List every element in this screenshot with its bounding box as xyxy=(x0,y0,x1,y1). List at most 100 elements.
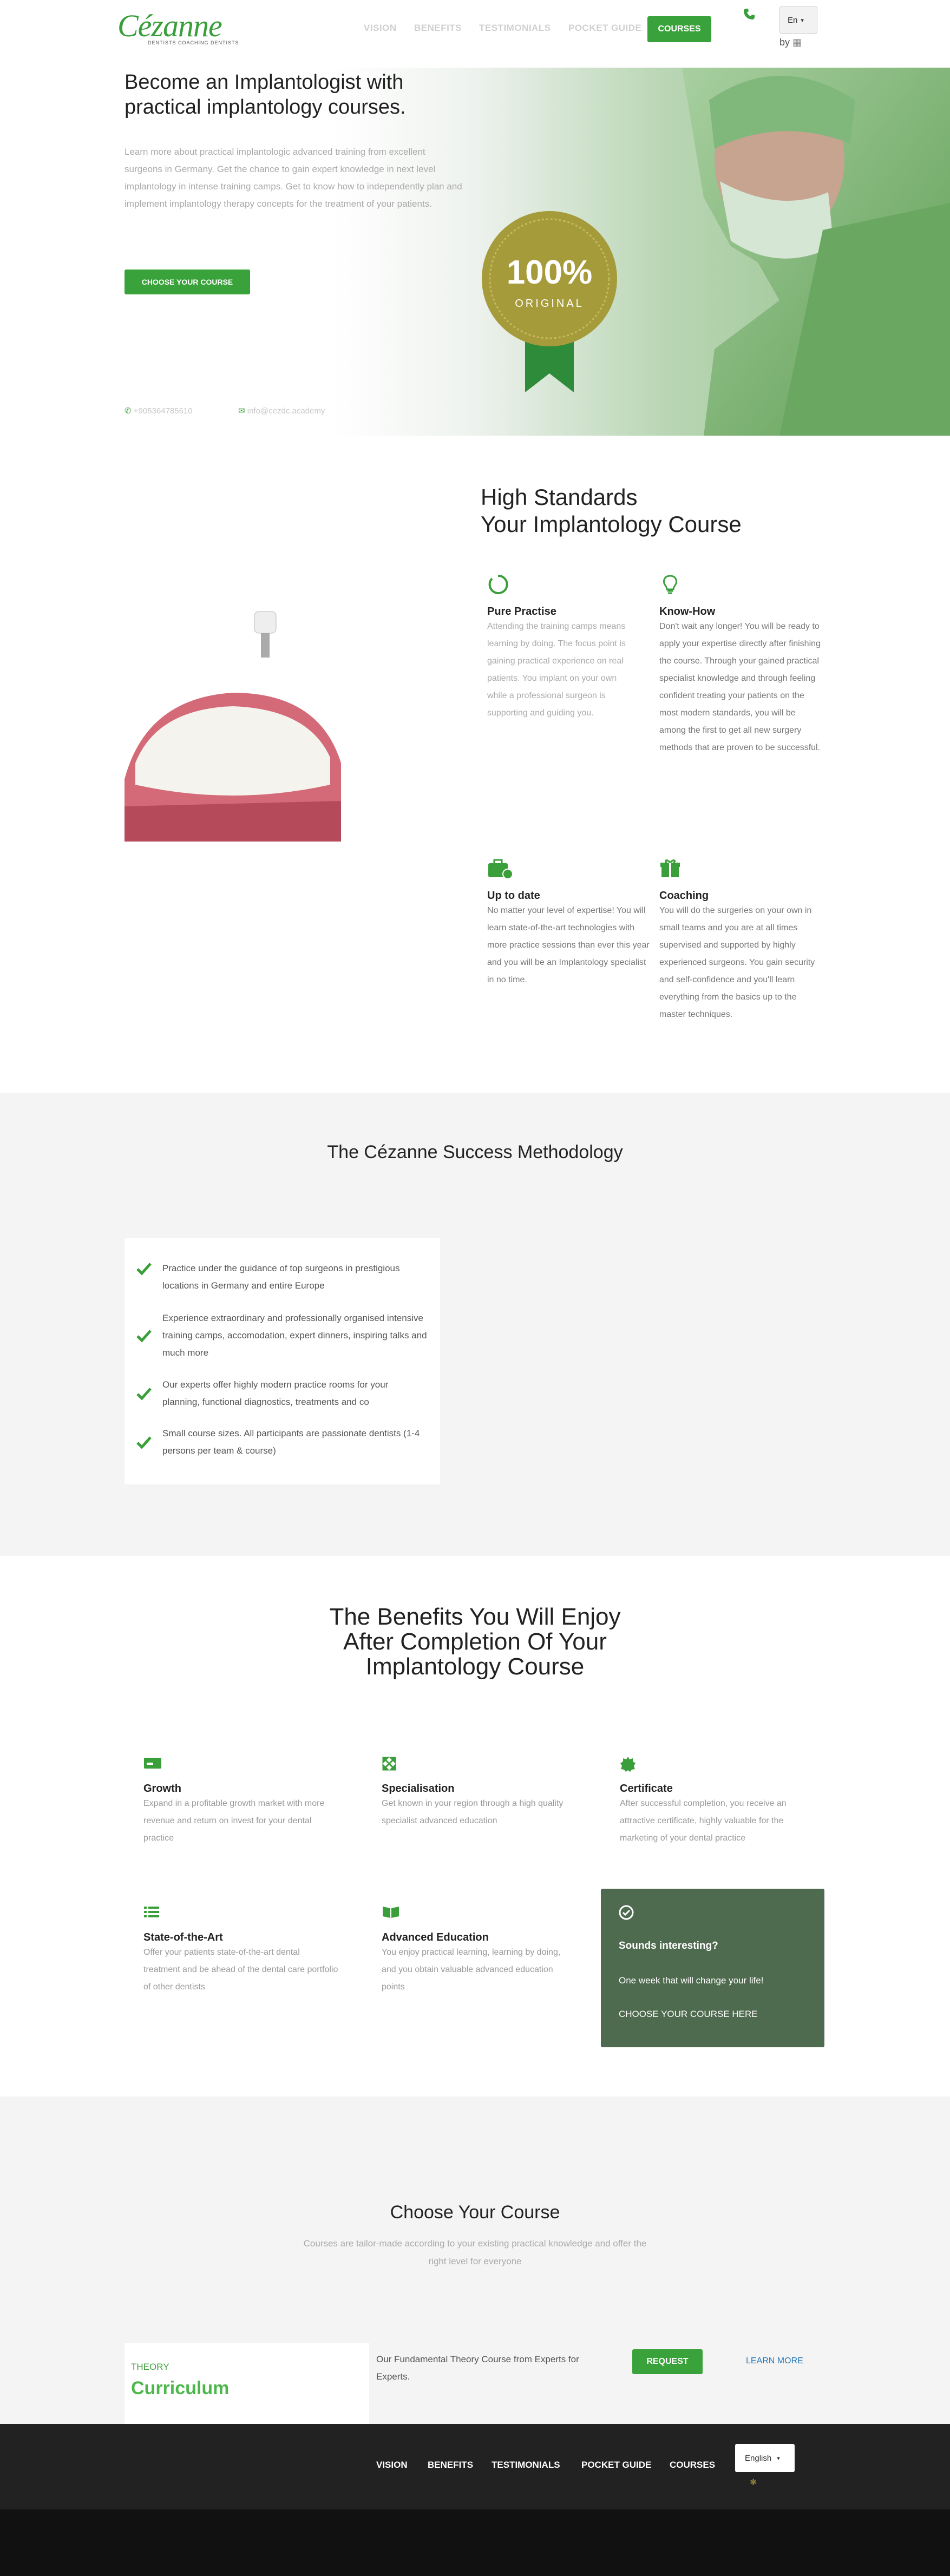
list-item-text: Practice under the guidance of top surge… xyxy=(162,1263,400,1291)
footer-nav-courses[interactable]: COURSES xyxy=(670,2460,715,2470)
benefit-title: Advanced Education xyxy=(382,1931,489,1943)
benefits-title-line3: Implantology Course xyxy=(365,1653,585,1680)
site-header: Cézanne DENTISTS COACHING DENTISTS VISIO… xyxy=(0,0,950,68)
byline-text: by xyxy=(779,37,790,48)
interest-card: Sounds interesting? One week that will c… xyxy=(601,1889,824,2047)
phone-icon[interactable] xyxy=(743,8,756,21)
logo[interactable]: Cézanne DENTISTS COACHING DENTISTS xyxy=(117,8,239,52)
feature-know-how: Know-How Don't wait any longer! You will… xyxy=(659,574,822,757)
course-card: THEORY Curriculum xyxy=(125,2343,369,2424)
list-item-text: Small course sizes. All participants are… xyxy=(162,1428,420,1456)
benefit-specialisation: Specialisation Get known in your region … xyxy=(382,1756,576,1830)
phone-number: +905364785610 xyxy=(133,406,193,416)
feature-text: You will do the surgeries on your own in… xyxy=(659,906,815,1019)
feature-title: Pure Practise xyxy=(487,606,556,617)
chevron-down-icon: ▾ xyxy=(801,17,804,24)
email-icon: ✉ xyxy=(238,406,245,416)
choose-text: Courses are tailor-made according to you… xyxy=(303,2238,647,2266)
choose-title: Choose Your Course xyxy=(390,2202,560,2223)
hero-email[interactable]: ✉ info@cezdc.academy xyxy=(238,406,325,416)
list-item: Experience extraordinary and professiona… xyxy=(136,1310,428,1362)
courses-button[interactable]: COURSES xyxy=(647,16,711,42)
original-badge: 100% ORIGINAL xyxy=(482,211,617,395)
benefit-state-of-the-art: State-of-the-Art Offer your patients sta… xyxy=(143,1905,338,1996)
methodology-section: The Cézanne Success Methodology Practice… xyxy=(0,1093,950,1556)
nav-pocket-guide[interactable]: POCKET GUIDE xyxy=(568,23,641,34)
standards-title-line2: Your Implantology Course xyxy=(481,511,742,537)
benefit-growth: Growth Expand in a profitable growth mar… xyxy=(143,1756,338,1847)
circle-notch-icon xyxy=(488,574,508,594)
footer-language-select[interactable]: English ▾ xyxy=(735,2444,795,2472)
choose-course-link[interactable]: CHOOSE YOUR COURSE HERE xyxy=(619,2009,758,2020)
feature-text: Attending the training camps means learn… xyxy=(487,622,626,718)
footer-language-value: English xyxy=(745,2453,772,2463)
briefcase-clock-icon xyxy=(488,859,513,879)
feature-title: Know-How xyxy=(659,606,716,617)
footer-nav-pocket-guide[interactable]: POCKET GUIDE xyxy=(581,2460,651,2470)
methodology-title: The Cézanne Success Methodology xyxy=(327,1142,623,1162)
footer-nav-testimonials[interactable]: TESTIMONIALS xyxy=(492,2460,560,2470)
check-icon xyxy=(136,1263,152,1276)
hero-section: 100% ORIGINAL Become an Implantologist w… xyxy=(0,68,950,436)
feature-title: Up to date xyxy=(487,890,540,902)
benefit-text: Offer your patients state-of-the-art den… xyxy=(143,1948,338,1992)
choose-course-button[interactable]: CHOOSE YOUR COURSE xyxy=(125,270,250,294)
open-book-icon xyxy=(383,1907,399,1918)
feature-title: Coaching xyxy=(659,890,709,902)
benefits-title-line2: After Completion Of Your xyxy=(343,1628,607,1655)
check-circle-icon xyxy=(619,1905,634,1920)
hero-text: Learn more about practical implantologic… xyxy=(125,147,462,209)
benefit-text: Get known in your region through a high … xyxy=(382,1799,564,1825)
list-item: Practice under the guidance of top surge… xyxy=(136,1260,428,1294)
benefit-certificate: Certificate After successful completion,… xyxy=(620,1756,815,1847)
footer-nav-benefits[interactable]: BENEFITS xyxy=(428,2460,473,2470)
benefit-title: Specialisation xyxy=(382,1783,455,1795)
benefit-title: Growth xyxy=(143,1783,181,1795)
logo-text: Cézanne xyxy=(117,8,222,43)
feature-up-to-date: Up to date No matter your level of exper… xyxy=(487,858,650,989)
benefits-title-line1: The Benefits You Will Enjoy xyxy=(329,1604,621,1630)
nav-vision[interactable]: VISION xyxy=(364,23,397,34)
check-icon xyxy=(136,1436,152,1449)
list-item: Our experts offer highly modern practice… xyxy=(136,1376,428,1411)
money-card-icon xyxy=(144,1758,161,1769)
language-select[interactable]: En ▾ xyxy=(779,6,817,34)
badge-value: 100% xyxy=(506,254,593,291)
learn-more-link[interactable]: LEARN MORE xyxy=(746,2356,803,2366)
nav-testimonials[interactable]: TESTIMONIALS xyxy=(479,23,551,34)
benefit-text: Expand in a profitable growth market wit… xyxy=(143,1799,325,1843)
standards-title: High Standards Your Implantology Course xyxy=(481,484,805,538)
benefit-advanced-education: Advanced Education You enjoy practical l… xyxy=(382,1905,576,1996)
logo-tagline: DENTISTS COACHING DENTISTS xyxy=(148,40,239,45)
site-footer: VISION BENEFITS TESTIMONIALS POCKET GUID… xyxy=(0,2424,950,2509)
certificate-icon xyxy=(620,1757,635,1772)
feature-text: No matter your level of expertise! You w… xyxy=(487,906,650,984)
request-button[interactable]: REQUEST xyxy=(632,2349,703,2374)
methodology-card: Practice under the guidance of top surge… xyxy=(125,1238,440,1484)
interest-text: One week that will change your life! xyxy=(619,1975,764,1986)
list-icon xyxy=(144,1907,159,1917)
bottom-bar xyxy=(0,2509,950,2576)
course-kicker: THEORY xyxy=(131,2362,169,2372)
badge-label: ORIGINAL xyxy=(515,298,584,310)
benefit-text: After successful completion, you receive… xyxy=(620,1799,787,1843)
nav-benefits[interactable]: BENEFITS xyxy=(414,23,462,34)
standards-title-line1: High Standards xyxy=(481,484,638,510)
list-item: Small course sizes. All participants are… xyxy=(136,1425,428,1460)
chevron-down-icon: ▾ xyxy=(777,2455,780,2462)
list-item-text: Experience extraordinary and professiona… xyxy=(162,1313,427,1358)
footer-nav-vision[interactable]: VISION xyxy=(376,2460,408,2470)
feature-text: Don't wait any longer! You will be ready… xyxy=(659,622,821,752)
flag-icon: ✱ xyxy=(750,2478,757,2487)
feature-coaching: Coaching You will do the surgeries on yo… xyxy=(659,858,822,1023)
course-name: Curriculum xyxy=(131,2378,230,2398)
byline: by ▦ xyxy=(779,37,802,48)
list-item-text: Our experts offer highly modern practice… xyxy=(162,1379,389,1407)
check-icon xyxy=(136,1388,152,1401)
feature-pure-practise: Pure Practise Attending the training cam… xyxy=(487,574,633,722)
benefit-title: Certificate xyxy=(620,1783,673,1795)
email-address: info@cezdc.academy xyxy=(247,406,325,416)
hero-phone[interactable]: ✆ +905364785610 xyxy=(125,406,193,416)
implant-image xyxy=(125,601,341,842)
expand-arrows-icon xyxy=(382,1757,396,1771)
